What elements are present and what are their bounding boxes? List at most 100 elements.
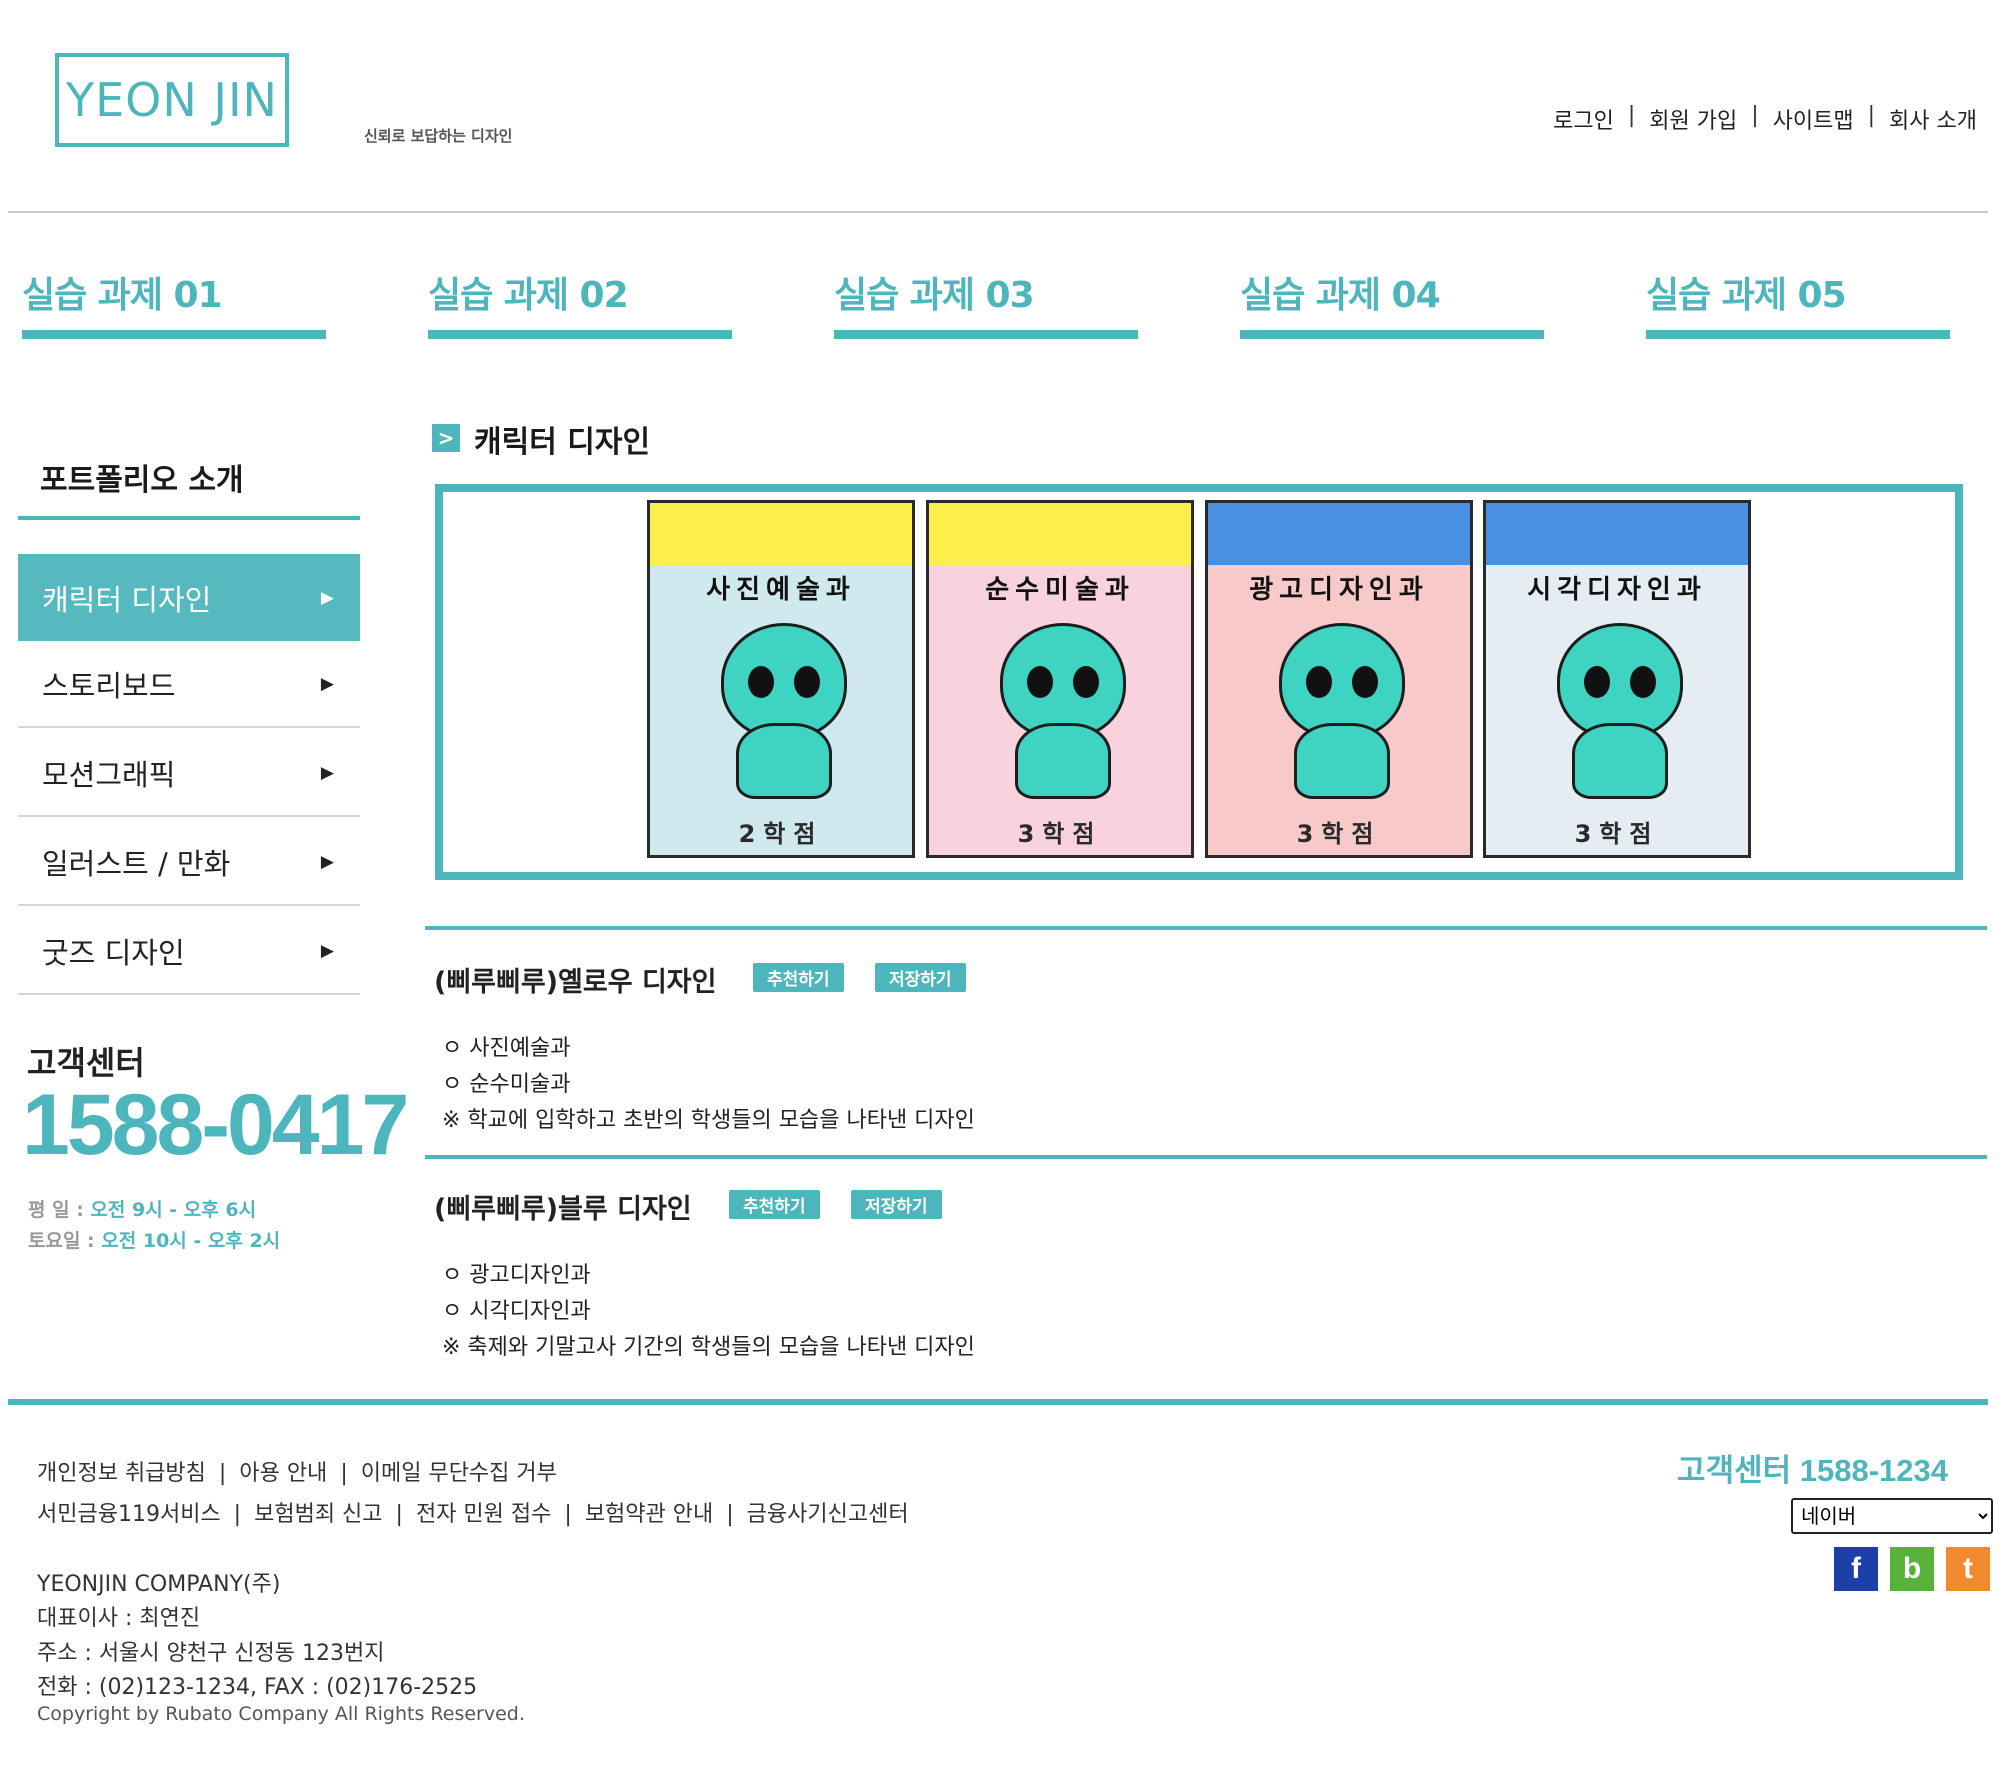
sidebar-item-goods-design[interactable]: 굿즈 디자인 ▶ [18, 908, 360, 995]
company-name: YEONJIN COMPANY(주) [37, 1572, 281, 1597]
character-card[interactable]: 사진예술과 2학점 [647, 500, 915, 858]
top-links: 로그인 | 회원 가입 | 사이트맵 | 회사 소개 [1553, 103, 1977, 135]
alien-body [736, 723, 832, 799]
save-button[interactable]: 저장하기 [875, 963, 966, 992]
contact-info: 전화 : (02)123-1234, FAX : (02)176-2525 [37, 1675, 478, 1700]
recommend-button[interactable]: 추천하기 [729, 1190, 820, 1219]
privacy-policy-link[interactable]: 개인정보 취급방침 [37, 1461, 206, 1486]
e-complaint-link[interactable]: 전자 민원 접수 [416, 1502, 551, 1527]
arrow-right-icon: ▶ [320, 940, 334, 961]
twitter-icon[interactable]: t [1946, 1547, 1990, 1591]
card-grade: 2학점 [738, 820, 824, 848]
card-band [1486, 503, 1748, 565]
tab-label: 실습 과제 05 [1646, 275, 1847, 316]
tab-assignment-05[interactable]: 실습 과제 05 [1646, 262, 1950, 342]
arrow-right-icon: ▶ [320, 762, 334, 783]
blog-icon[interactable]: b [1890, 1547, 1934, 1591]
hours-value: 오전 10시 - 오후 2시 [101, 1230, 281, 1252]
character-card[interactable]: 시각디자인과 3학점 [1483, 500, 1751, 858]
divider: | [340, 1461, 348, 1486]
tab-assignment-04[interactable]: 실습 과제 04 [1240, 262, 1544, 342]
customer-center-phone: 1588-0417 [22, 1077, 409, 1173]
family-site-select[interactable]: 네이버 [1791, 1498, 1993, 1534]
company-intro-link[interactable]: 회사 소개 [1889, 103, 1977, 135]
footer-links-row1: 개인정보 취급방침 | 아용 안내 | 이메일 무단수집 거부 [37, 1455, 557, 1487]
card-department: 광고디자인과 [1249, 575, 1429, 605]
weekday-hours: 평 일 : 오전 9시 - 오후 6시 [28, 1195, 256, 1222]
card-grade: 3학점 [1296, 820, 1382, 848]
divider: | [564, 1502, 572, 1527]
eye-icon [794, 666, 820, 698]
eye-icon [1073, 666, 1099, 698]
post-line: ㅇ 순수미술과 [442, 1072, 571, 1097]
tab-label: 실습 과제 03 [834, 275, 1035, 316]
login-link[interactable]: 로그인 [1553, 103, 1614, 135]
fraud-report-link[interactable]: 금융사기신고센터 [747, 1502, 909, 1527]
signup-link[interactable]: 회원 가입 [1649, 103, 1737, 135]
usage-guide-link[interactable]: 아용 안내 [239, 1461, 327, 1486]
post-line: ㅇ 시각디자인과 [442, 1299, 591, 1324]
hours-value: 오전 9시 - 오후 6시 [90, 1199, 257, 1221]
divider: | [233, 1502, 242, 1527]
sidebar-title: 포트폴리오 소개 [40, 463, 244, 498]
divider: | [395, 1502, 403, 1527]
ceo-info: 대표이사 : 최연진 [37, 1606, 201, 1631]
header-divider [8, 211, 1988, 213]
facebook-icon[interactable]: f [1834, 1547, 1878, 1591]
eye-icon [1630, 666, 1656, 698]
post-title: (삐루삐루)블루 디자인 [434, 1194, 692, 1225]
insurance-terms-link[interactable]: 보험약관 안내 [585, 1502, 713, 1527]
divider: | [218, 1461, 227, 1486]
sidebar-item-storyboard[interactable]: 스토리보드 ▶ [18, 641, 360, 728]
finance-119-link[interactable]: 서민금융119서비스 [37, 1502, 221, 1527]
sidebar-item-label: 일러스트 / 만화 [42, 846, 231, 881]
alien-character-icon [1557, 623, 1683, 739]
post-line: ㅇ 사진예술과 [442, 1036, 571, 1061]
alien-character-icon [1279, 623, 1405, 739]
eye-icon [1027, 666, 1053, 698]
sidebar-item-character-design[interactable]: 캐릭터 디자인 ▶ [18, 554, 360, 641]
saturday-hours: 토요일 : 오전 10시 - 오후 2시 [28, 1226, 280, 1253]
post-line: ※ 학교에 입학하고 초반의 학생들의 모습을 나타낸 디자인 [442, 1108, 975, 1133]
tab-assignment-03[interactable]: 실습 과제 03 [834, 262, 1138, 342]
tab-assignment-02[interactable]: 실습 과제 02 [428, 262, 732, 342]
sidebar-item-motion-graphic[interactable]: 모션그래픽 ▶ [18, 730, 360, 817]
card-band [929, 503, 1191, 565]
arrow-right-icon: ▶ [320, 851, 334, 872]
post-line: ※ 축제와 기말고사 기간의 학생들의 모습을 나타낸 디자인 [442, 1335, 975, 1360]
alien-body [1015, 723, 1111, 799]
tab-assignment-01[interactable]: 실습 과제 01 [22, 262, 326, 342]
insurance-crime-link[interactable]: 보험범죄 신고 [254, 1502, 382, 1527]
tab-underline [22, 330, 326, 339]
tab-label: 실습 과제 01 [22, 275, 223, 316]
post-line: ㅇ 광고디자인과 [442, 1263, 591, 1288]
divider: | [726, 1502, 734, 1527]
alien-body [1294, 723, 1390, 799]
hours-label: 토요일 : [28, 1230, 95, 1252]
sidebar-item-label: 캐릭터 디자인 [42, 582, 212, 617]
sitemap-link[interactable]: 사이트맵 [1773, 103, 1854, 135]
section-title: 캐릭터 디자인 [474, 425, 651, 460]
email-refusal-link[interactable]: 이메일 무단수집 거부 [361, 1461, 557, 1486]
divider: | [1867, 103, 1876, 128]
arrow-right-icon: ▶ [320, 587, 334, 608]
card-department: 순수미술과 [985, 575, 1135, 605]
character-card[interactable]: 순수미술과 3학점 [926, 500, 1194, 858]
tab-underline [1240, 330, 1544, 339]
tab-underline [834, 330, 1138, 339]
logo[interactable]: YEON JIN [55, 53, 289, 147]
content-divider [425, 1155, 1987, 1159]
eye-icon [1352, 666, 1378, 698]
sidebar-item-illustration[interactable]: 일러스트 / 만화 ▶ [18, 819, 360, 906]
save-button[interactable]: 저장하기 [851, 1190, 942, 1219]
tagline: 신뢰로 보답하는 디자인 [364, 127, 513, 145]
card-band [1208, 503, 1470, 565]
footer-links-row2: 서민금융119서비스 | 보험범죄 신고 | 전자 민원 접수 | 보험약관 안내 | 금융사기… [37, 1496, 909, 1528]
eye-icon [1584, 666, 1610, 698]
card-department: 사진예술과 [706, 575, 856, 605]
recommend-button[interactable]: 추천하기 [753, 963, 844, 992]
card-department: 시각디자인과 [1527, 575, 1707, 605]
footer-divider [8, 1399, 1988, 1405]
character-card[interactable]: 광고디자인과 3학점 [1205, 500, 1473, 858]
chevron-right-icon: > [432, 424, 460, 452]
